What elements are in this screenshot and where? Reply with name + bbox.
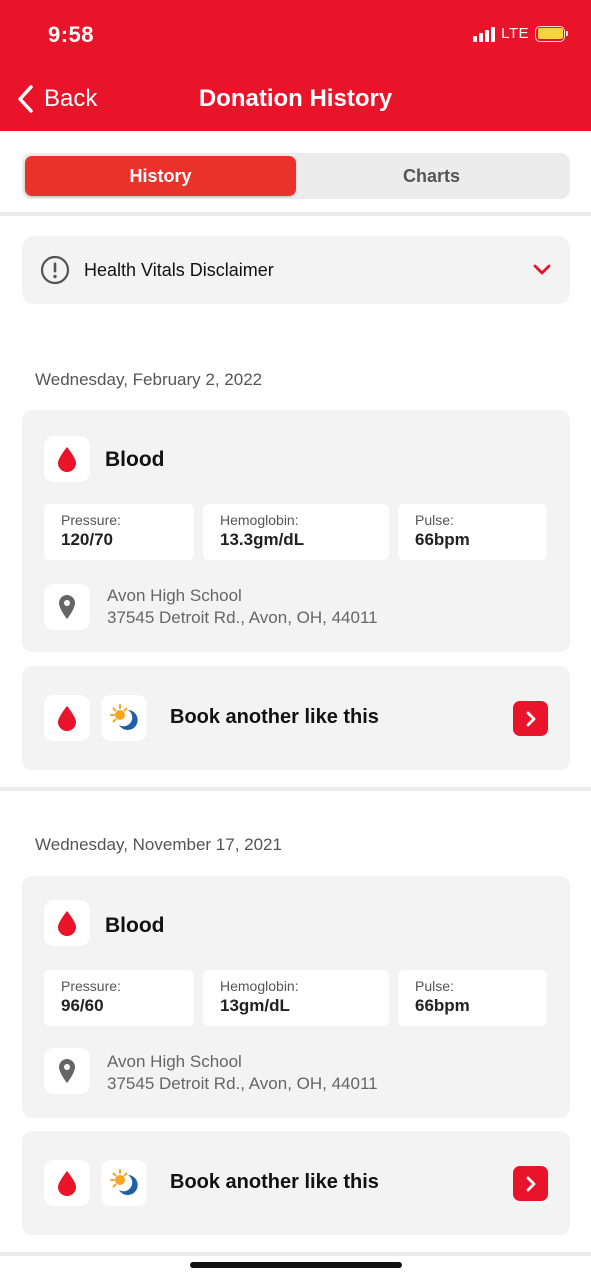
stat-value: 120/70 <box>61 530 113 549</box>
stat-value: 66bpm <box>415 996 470 1015</box>
stat-label: Pulse: <box>415 512 454 528</box>
blood-drop-icon <box>58 447 76 472</box>
pulse-stat: Pulse: 66bpm <box>398 504 547 560</box>
book-another-button[interactable] <box>513 1166 548 1201</box>
network-label: LTE <box>501 25 529 42</box>
stat-value: 66bpm <box>415 530 470 549</box>
book-another-label: Book another like this <box>170 706 379 728</box>
exclamation-circle-icon <box>40 255 70 285</box>
pulse-stat: Pulse: 66bpm <box>398 970 547 1026</box>
map-pin-icon <box>59 1059 75 1083</box>
divider <box>0 787 591 791</box>
blood-drop-icon <box>58 706 76 731</box>
app-header: 9:58 LTE Back Donation History <box>0 0 591 131</box>
pressure-stat: Pressure: 120/70 <box>44 504 194 560</box>
tab-charts[interactable]: Charts <box>296 156 567 196</box>
blood-drop-icon <box>58 1171 76 1196</box>
map-pin-icon <box>59 595 75 619</box>
donation-date: Wednesday, November 17, 2021 <box>35 835 282 854</box>
page-title: Donation History <box>198 85 393 112</box>
battery-icon <box>535 25 568 42</box>
pressure-stat: Pressure: 96/60 <box>44 970 194 1026</box>
donation-type: Blood <box>105 448 165 471</box>
book-another-button[interactable] <box>513 701 548 736</box>
location-icon-tile <box>44 1048 90 1094</box>
blood-drop-icon <box>58 911 76 936</box>
hemoglobin-stat: Hemoglobin: 13gm/dL <box>203 970 389 1026</box>
disclaimer-label: Health Vitals Disclaimer <box>84 259 274 280</box>
blood-type-icon-tile <box>44 695 90 741</box>
divider <box>0 1252 591 1256</box>
view-tabs: History Charts <box>22 153 570 199</box>
stat-label: Pressure: <box>61 512 121 528</box>
health-vitals-disclaimer[interactable]: Health Vitals Disclaimer <box>22 236 570 304</box>
home-indicator[interactable] <box>190 1262 402 1268</box>
location-name: Avon High School <box>107 586 242 605</box>
stat-value: 13.3gm/dL <box>220 530 305 549</box>
day-night-icon-tile <box>101 695 147 741</box>
chevron-down-icon <box>533 264 551 275</box>
chevron-right-icon <box>526 711 535 726</box>
location-address: 37545 Detroit Rd., Avon, OH, 44011 <box>107 608 378 627</box>
book-another-label: Book another like this <box>170 1171 379 1193</box>
divider <box>0 212 591 216</box>
sun-moon-icon <box>110 1169 138 1195</box>
book-another-card[interactable]: Book another like this <box>22 1131 570 1235</box>
stat-label: Pulse: <box>415 978 454 994</box>
donation-card: Blood Pressure: 96/60 Hemoglobin: 13gm/d… <box>22 876 570 1118</box>
status-indicators: LTE <box>473 25 568 42</box>
location-info: Avon High School 37545 Detroit Rd., Avon… <box>107 585 378 629</box>
book-another-card[interactable]: Book another like this <box>22 666 570 770</box>
location-info: Avon High School 37545 Detroit Rd., Avon… <box>107 1051 378 1095</box>
day-night-icon-tile <box>101 1160 147 1206</box>
stat-label: Pressure: <box>61 978 121 994</box>
stat-value: 96/60 <box>61 996 104 1015</box>
donation-card: Blood Pressure: 120/70 Hemoglobin: 13.3g… <box>22 410 570 652</box>
signal-icon <box>473 26 496 42</box>
blood-type-icon-tile <box>44 900 90 946</box>
stat-label: Hemoglobin: <box>220 978 299 994</box>
status-time: 9:58 <box>48 22 95 47</box>
chevron-right-icon <box>526 1176 535 1191</box>
donation-type: Blood <box>105 914 165 937</box>
stat-value: 13gm/dL <box>220 996 290 1015</box>
donation-date: Wednesday, February 2, 2022 <box>35 370 263 389</box>
sun-moon-icon <box>110 704 138 730</box>
tab-history[interactable]: History <box>25 156 296 196</box>
stat-label: Hemoglobin: <box>220 512 299 528</box>
blood-type-icon-tile <box>44 1160 90 1206</box>
location-name: Avon High School <box>107 1052 242 1071</box>
blood-type-icon-tile <box>44 436 90 482</box>
location-icon-tile <box>44 584 90 630</box>
hemoglobin-stat: Hemoglobin: 13.3gm/dL <box>203 504 389 560</box>
location-address: 37545 Detroit Rd., Avon, OH, 44011 <box>107 1074 378 1093</box>
